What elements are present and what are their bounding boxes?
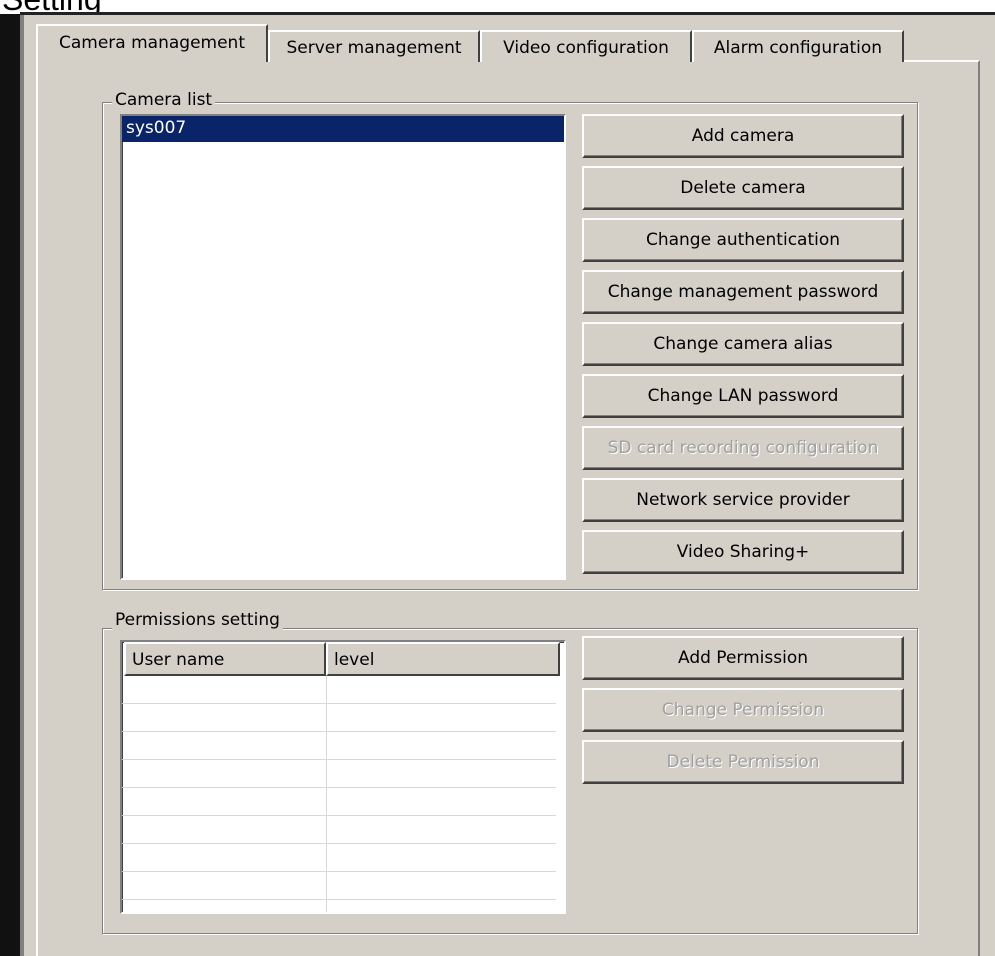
button-label: Change management password [607, 282, 879, 302]
table-row[interactable] [122, 788, 556, 816]
column-header-label: level [334, 650, 375, 670]
table-row[interactable] [122, 732, 556, 760]
video-sharing-button[interactable]: Video Sharing+ [582, 530, 904, 574]
delete-camera-button[interactable]: Delete camera [582, 166, 904, 210]
change-permission-button[interactable]: Change Permission [582, 688, 904, 732]
tab-label: Alarm configuration [713, 38, 883, 58]
tab-camera-management[interactable]: Camera management [36, 24, 268, 62]
button-label: Change camera alias [653, 334, 833, 354]
button-label: Add Permission [677, 648, 808, 668]
table-row[interactable] [122, 704, 556, 732]
table-row[interactable] [122, 872, 556, 900]
camera-name: sys007 [126, 118, 187, 138]
tab-label: Camera management [59, 33, 245, 53]
change-camera-alias-button[interactable]: Change camera alias [582, 322, 904, 366]
tab-alarm-configuration[interactable]: Alarm configuration [692, 30, 904, 62]
button-label: Video Sharing+ [676, 542, 810, 562]
column-header-level[interactable]: level [326, 642, 560, 676]
button-label: Delete Permission [666, 752, 820, 772]
tab-server-management[interactable]: Server management [268, 30, 480, 62]
add-camera-button[interactable]: Add camera [582, 114, 904, 158]
button-label: Delete camera [680, 178, 806, 198]
sd-card-recording-configuration-button[interactable]: SD card recording configuration [582, 426, 904, 470]
network-service-provider-button[interactable]: Network service provider [582, 478, 904, 522]
permissions-setting-group-label: Permissions setting [112, 610, 283, 630]
table-row[interactable] [122, 816, 556, 844]
table-row[interactable] [122, 844, 556, 872]
column-header-label: User name [132, 650, 225, 670]
window-frame-edge [20, 12, 995, 15]
client-edge [20, 15, 24, 956]
camera-listbox[interactable]: sys007 [120, 114, 566, 580]
change-management-password-button[interactable]: Change management password [582, 270, 904, 314]
button-label: Change Permission [661, 700, 825, 720]
table-row[interactable] [122, 900, 556, 912]
table-row[interactable] [122, 760, 556, 788]
camera-list-item[interactable]: sys007 [122, 116, 564, 142]
add-permission-button[interactable]: Add Permission [582, 636, 904, 680]
window-left-border [0, 14, 20, 956]
button-label: Change authentication [645, 230, 841, 250]
button-label: Add camera [691, 126, 795, 146]
change-authentication-button[interactable]: Change authentication [582, 218, 904, 262]
table-row[interactable] [122, 676, 556, 704]
delete-permission-button[interactable]: Delete Permission [582, 740, 904, 784]
column-header-user-name[interactable]: User name [124, 642, 326, 676]
button-label: Network service provider [636, 490, 850, 510]
button-label: Change LAN password [647, 386, 839, 406]
button-label: SD card recording configuration [607, 438, 879, 458]
tab-video-configuration[interactable]: Video configuration [480, 30, 692, 62]
camera-list-group-label: Camera list [112, 90, 216, 110]
change-lan-password-button[interactable]: Change LAN password [582, 374, 904, 418]
tab-label: Video configuration [503, 38, 669, 58]
permissions-grid[interactable]: User name level [120, 640, 566, 914]
tab-label: Server management [286, 38, 462, 58]
